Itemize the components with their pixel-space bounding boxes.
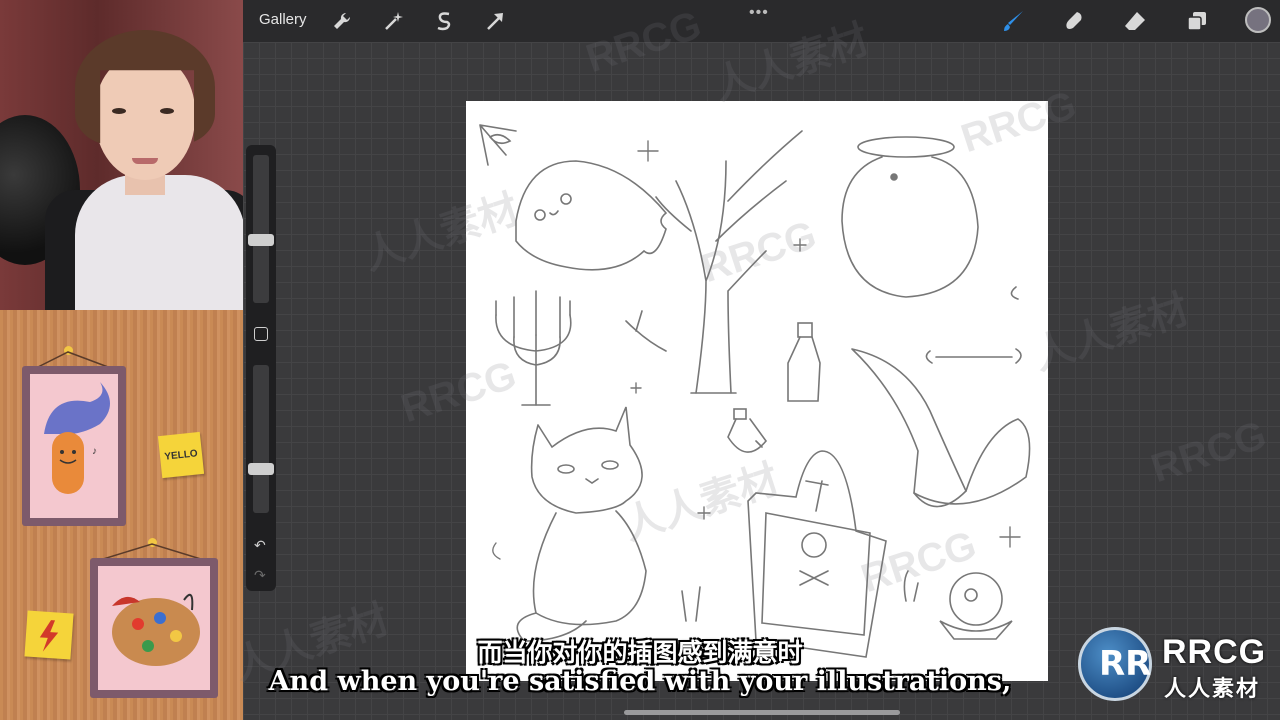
spider-web-icon [479, 124, 517, 166]
rrcg-logo-mark: RR [1078, 627, 1152, 701]
person-shirt [75, 175, 243, 310]
ghost-icon [515, 160, 668, 271]
potion-bottle-icon [727, 322, 821, 453]
selection-s-icon[interactable] [433, 10, 455, 32]
person-eye-right [160, 108, 174, 114]
brush-size-slider[interactable] [248, 233, 274, 246]
magic-wand-icon[interactable] [382, 10, 404, 32]
gallery-button[interactable]: Gallery [259, 11, 307, 28]
more-options-icon[interactable]: ••• [749, 4, 769, 22]
brush-icon[interactable] [1002, 10, 1024, 32]
tombstone-icon [747, 450, 887, 658]
layers-icon[interactable] [1186, 10, 1208, 32]
eraser-icon[interactable] [1124, 10, 1146, 32]
person-eye-left [112, 108, 126, 114]
tree-icon [625, 130, 803, 394]
bone-icon [925, 348, 1022, 364]
undo-icon[interactable]: ↶ [254, 537, 266, 554]
sticky-note-yello: YELLO [157, 431, 205, 479]
cauldron-icon [841, 136, 1019, 300]
color-well[interactable] [1245, 7, 1271, 33]
opacity-slider[interactable] [248, 462, 274, 475]
candelabra-icon [495, 290, 572, 406]
svg-text:♪: ♪ [92, 446, 97, 457]
cat-icon [516, 406, 647, 642]
artboard[interactable] [466, 101, 1048, 681]
transform-arrow-icon[interactable] [484, 10, 506, 32]
procreate-toolbar: Gallery ••• [243, 0, 1280, 42]
modify-button[interactable] [254, 327, 268, 341]
rrcg-logo-text: RRCG [1162, 633, 1267, 671]
redo-icon[interactable]: ↷ [254, 567, 266, 584]
opacity-slider-track[interactable] [253, 365, 269, 513]
rrcg-logo-subtext: 人人素材 [1164, 677, 1261, 702]
crystal-ball-icon [939, 572, 1013, 640]
person-mouth [132, 158, 158, 164]
ice-cream-character-icon: ♪ [44, 382, 110, 494]
picture-frame-ice-cream: ♪ [22, 366, 126, 526]
home-indicator [624, 710, 900, 715]
brush-size-slider-track[interactable] [253, 155, 269, 303]
sidebar: ↶ ↷ [246, 145, 276, 591]
wrench-icon[interactable] [331, 10, 353, 32]
halloween-sketch [479, 124, 1031, 658]
webcam-feed [0, 0, 243, 310]
witch-hat-icon [851, 348, 1031, 508]
smudge-icon[interactable] [1063, 10, 1085, 32]
rrcg-logo: RR RRCG 人人素材 [1078, 627, 1274, 705]
rrcg-logo-mark-text: RR [1099, 644, 1152, 684]
